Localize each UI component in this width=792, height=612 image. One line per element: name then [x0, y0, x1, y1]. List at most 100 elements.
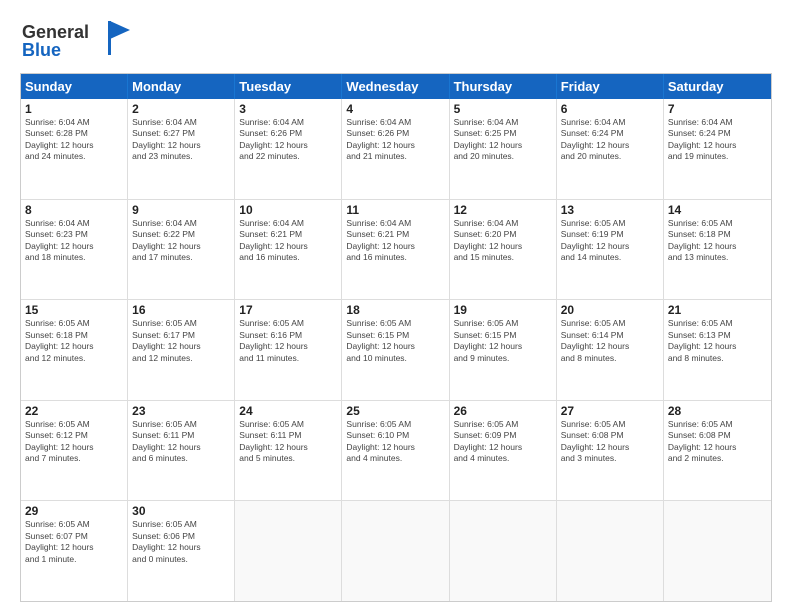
- cal-cell: 6Sunrise: 6:04 AM Sunset: 6:24 PM Daylig…: [557, 99, 664, 199]
- day-number: 18: [346, 303, 444, 317]
- cal-cell: 20Sunrise: 6:05 AM Sunset: 6:14 PM Dayli…: [557, 300, 664, 400]
- cal-cell: 28Sunrise: 6:05 AM Sunset: 6:08 PM Dayli…: [664, 401, 771, 501]
- day-number: 5: [454, 102, 552, 116]
- day-number: 16: [132, 303, 230, 317]
- day-info: Sunrise: 6:05 AM Sunset: 6:12 PM Dayligh…: [25, 419, 123, 465]
- logo-text: General Blue: [20, 16, 130, 65]
- cal-cell: 17Sunrise: 6:05 AM Sunset: 6:16 PM Dayli…: [235, 300, 342, 400]
- day-number: 27: [561, 404, 659, 418]
- day-number: 8: [25, 203, 123, 217]
- day-number: 9: [132, 203, 230, 217]
- day-number: 24: [239, 404, 337, 418]
- cal-cell: 12Sunrise: 6:04 AM Sunset: 6:20 PM Dayli…: [450, 200, 557, 300]
- day-number: 10: [239, 203, 337, 217]
- day-info: Sunrise: 6:05 AM Sunset: 6:10 PM Dayligh…: [346, 419, 444, 465]
- day-info: Sunrise: 6:05 AM Sunset: 6:08 PM Dayligh…: [668, 419, 767, 465]
- day-number: 22: [25, 404, 123, 418]
- cal-cell: 24Sunrise: 6:05 AM Sunset: 6:11 PM Dayli…: [235, 401, 342, 501]
- cal-cell: 18Sunrise: 6:05 AM Sunset: 6:15 PM Dayli…: [342, 300, 449, 400]
- cal-cell: 19Sunrise: 6:05 AM Sunset: 6:15 PM Dayli…: [450, 300, 557, 400]
- day-number: 29: [25, 504, 123, 518]
- cal-cell: 29Sunrise: 6:05 AM Sunset: 6:07 PM Dayli…: [21, 501, 128, 601]
- day-info: Sunrise: 6:05 AM Sunset: 6:11 PM Dayligh…: [239, 419, 337, 465]
- day-number: 2: [132, 102, 230, 116]
- cal-cell: 16Sunrise: 6:05 AM Sunset: 6:17 PM Dayli…: [128, 300, 235, 400]
- day-info: Sunrise: 6:05 AM Sunset: 6:13 PM Dayligh…: [668, 318, 767, 364]
- cal-cell: 14Sunrise: 6:05 AM Sunset: 6:18 PM Dayli…: [664, 200, 771, 300]
- calendar-header: Sunday Monday Tuesday Wednesday Thursday…: [21, 74, 771, 99]
- logo: General Blue: [20, 16, 130, 65]
- cal-cell: 13Sunrise: 6:05 AM Sunset: 6:19 PM Dayli…: [557, 200, 664, 300]
- header-saturday: Saturday: [664, 74, 771, 99]
- day-number: 11: [346, 203, 444, 217]
- day-info: Sunrise: 6:05 AM Sunset: 6:17 PM Dayligh…: [132, 318, 230, 364]
- day-info: Sunrise: 6:04 AM Sunset: 6:20 PM Dayligh…: [454, 218, 552, 264]
- day-info: Sunrise: 6:04 AM Sunset: 6:21 PM Dayligh…: [346, 218, 444, 264]
- calendar-row: 1Sunrise: 6:04 AM Sunset: 6:28 PM Daylig…: [21, 99, 771, 200]
- day-number: 1: [25, 102, 123, 116]
- day-info: Sunrise: 6:05 AM Sunset: 6:07 PM Dayligh…: [25, 519, 123, 565]
- day-number: 20: [561, 303, 659, 317]
- day-info: Sunrise: 6:05 AM Sunset: 6:15 PM Dayligh…: [346, 318, 444, 364]
- cal-cell: 3Sunrise: 6:04 AM Sunset: 6:26 PM Daylig…: [235, 99, 342, 199]
- day-info: Sunrise: 6:05 AM Sunset: 6:18 PM Dayligh…: [25, 318, 123, 364]
- day-number: 30: [132, 504, 230, 518]
- cal-cell: 15Sunrise: 6:05 AM Sunset: 6:18 PM Dayli…: [21, 300, 128, 400]
- day-number: 28: [668, 404, 767, 418]
- header-thursday: Thursday: [450, 74, 557, 99]
- cal-cell: 25Sunrise: 6:05 AM Sunset: 6:10 PM Dayli…: [342, 401, 449, 501]
- day-number: 26: [454, 404, 552, 418]
- day-number: 12: [454, 203, 552, 217]
- day-info: Sunrise: 6:05 AM Sunset: 6:06 PM Dayligh…: [132, 519, 230, 565]
- day-info: Sunrise: 6:04 AM Sunset: 6:27 PM Dayligh…: [132, 117, 230, 163]
- day-info: Sunrise: 6:04 AM Sunset: 6:25 PM Dayligh…: [454, 117, 552, 163]
- cal-cell: 10Sunrise: 6:04 AM Sunset: 6:21 PM Dayli…: [235, 200, 342, 300]
- day-number: 25: [346, 404, 444, 418]
- page: General Blue Sunday Monday Tuesday Wedne…: [0, 0, 792, 612]
- cal-cell: 8Sunrise: 6:04 AM Sunset: 6:23 PM Daylig…: [21, 200, 128, 300]
- header-wednesday: Wednesday: [342, 74, 449, 99]
- day-info: Sunrise: 6:04 AM Sunset: 6:22 PM Dayligh…: [132, 218, 230, 264]
- calendar-row: 8Sunrise: 6:04 AM Sunset: 6:23 PM Daylig…: [21, 200, 771, 301]
- day-number: 4: [346, 102, 444, 116]
- cal-cell: 26Sunrise: 6:05 AM Sunset: 6:09 PM Dayli…: [450, 401, 557, 501]
- cal-cell: 2Sunrise: 6:04 AM Sunset: 6:27 PM Daylig…: [128, 99, 235, 199]
- cal-cell: [450, 501, 557, 601]
- cal-cell: 30Sunrise: 6:05 AM Sunset: 6:06 PM Dayli…: [128, 501, 235, 601]
- day-number: 14: [668, 203, 767, 217]
- cal-cell: 1Sunrise: 6:04 AM Sunset: 6:28 PM Daylig…: [21, 99, 128, 199]
- day-info: Sunrise: 6:04 AM Sunset: 6:26 PM Dayligh…: [239, 117, 337, 163]
- day-info: Sunrise: 6:04 AM Sunset: 6:26 PM Dayligh…: [346, 117, 444, 163]
- cal-cell: 7Sunrise: 6:04 AM Sunset: 6:24 PM Daylig…: [664, 99, 771, 199]
- day-number: 13: [561, 203, 659, 217]
- day-number: 19: [454, 303, 552, 317]
- svg-text:General: General: [22, 22, 89, 42]
- day-info: Sunrise: 6:05 AM Sunset: 6:18 PM Dayligh…: [668, 218, 767, 264]
- day-info: Sunrise: 6:04 AM Sunset: 6:28 PM Dayligh…: [25, 117, 123, 163]
- cal-cell: [235, 501, 342, 601]
- cal-cell: 21Sunrise: 6:05 AM Sunset: 6:13 PM Dayli…: [664, 300, 771, 400]
- day-info: Sunrise: 6:04 AM Sunset: 6:24 PM Dayligh…: [561, 117, 659, 163]
- cal-cell: 4Sunrise: 6:04 AM Sunset: 6:26 PM Daylig…: [342, 99, 449, 199]
- day-info: Sunrise: 6:05 AM Sunset: 6:11 PM Dayligh…: [132, 419, 230, 465]
- calendar-body: 1Sunrise: 6:04 AM Sunset: 6:28 PM Daylig…: [21, 99, 771, 601]
- header: General Blue: [20, 16, 772, 65]
- header-monday: Monday: [128, 74, 235, 99]
- calendar: Sunday Monday Tuesday Wednesday Thursday…: [20, 73, 772, 602]
- day-info: Sunrise: 6:05 AM Sunset: 6:15 PM Dayligh…: [454, 318, 552, 364]
- day-info: Sunrise: 6:04 AM Sunset: 6:21 PM Dayligh…: [239, 218, 337, 264]
- day-number: 6: [561, 102, 659, 116]
- day-info: Sunrise: 6:04 AM Sunset: 6:24 PM Dayligh…: [668, 117, 767, 163]
- day-number: 15: [25, 303, 123, 317]
- cal-cell: [664, 501, 771, 601]
- day-info: Sunrise: 6:05 AM Sunset: 6:19 PM Dayligh…: [561, 218, 659, 264]
- day-info: Sunrise: 6:05 AM Sunset: 6:08 PM Dayligh…: [561, 419, 659, 465]
- day-number: 23: [132, 404, 230, 418]
- calendar-row: 29Sunrise: 6:05 AM Sunset: 6:07 PM Dayli…: [21, 501, 771, 601]
- cal-cell: 5Sunrise: 6:04 AM Sunset: 6:25 PM Daylig…: [450, 99, 557, 199]
- day-info: Sunrise: 6:05 AM Sunset: 6:14 PM Dayligh…: [561, 318, 659, 364]
- calendar-row: 15Sunrise: 6:05 AM Sunset: 6:18 PM Dayli…: [21, 300, 771, 401]
- cal-cell: 22Sunrise: 6:05 AM Sunset: 6:12 PM Dayli…: [21, 401, 128, 501]
- day-number: 17: [239, 303, 337, 317]
- header-sunday: Sunday: [21, 74, 128, 99]
